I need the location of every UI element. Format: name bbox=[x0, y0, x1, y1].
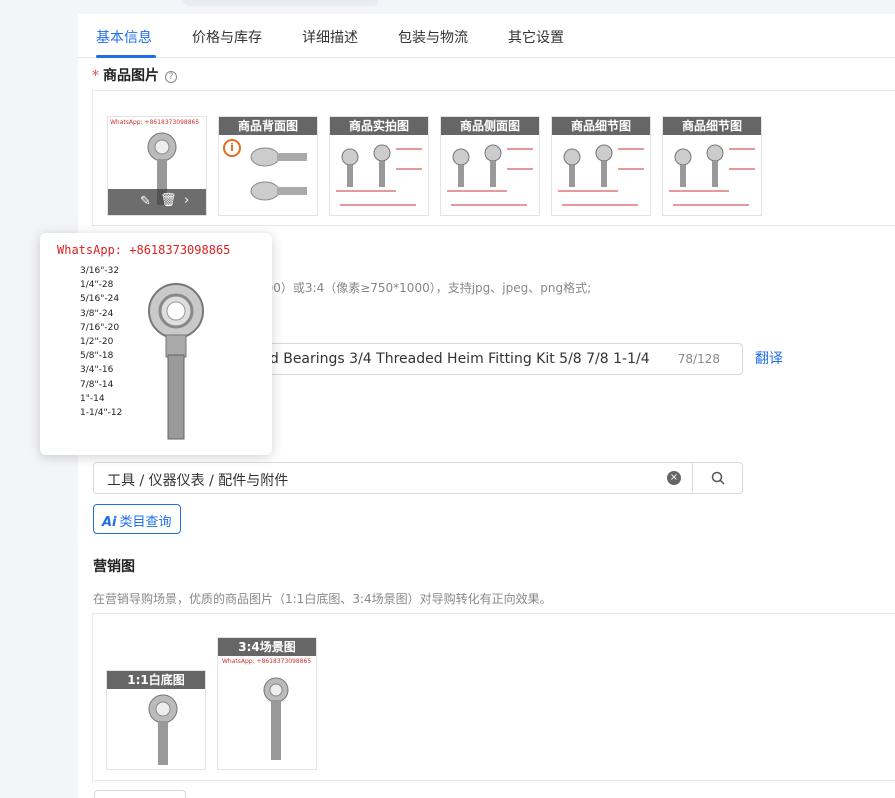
tab-packaging[interactable]: 包装与物流 bbox=[398, 27, 468, 47]
ai-icon: Ai bbox=[102, 515, 117, 530]
thumb-caption: 商品侧面图 bbox=[441, 117, 539, 135]
edit-icon[interactable]: ✎ bbox=[140, 194, 151, 209]
images-title-text: 商品图片 bbox=[103, 68, 159, 84]
thumb-action-bar: ✎ 🗑 › bbox=[108, 189, 206, 215]
marketing-hint: 在营销导购场景，优质的商品图片（1:1白底图、3:4场景图）对导购转化有正向效果… bbox=[93, 592, 552, 606]
rod-end-diagram bbox=[669, 144, 755, 206]
chevron-right-icon[interactable]: › bbox=[184, 193, 189, 208]
thumb-caption: 商品细节图 bbox=[552, 117, 650, 135]
detail-image-thumb-1[interactable]: 商品细节图 bbox=[551, 116, 651, 216]
search-icon bbox=[711, 471, 725, 485]
help-icon[interactable]: ? bbox=[165, 71, 177, 83]
rod-end-diagram bbox=[336, 144, 422, 206]
tab-detail-desc[interactable]: 详细描述 bbox=[302, 27, 358, 47]
white-bg-thumb[interactable]: 1:1白底图 bbox=[106, 670, 206, 770]
side-image-thumb[interactable]: 商品侧面图 bbox=[440, 116, 540, 216]
tab-bar: 基本信息 价格与库存 详细描述 包装与物流 其它设置 bbox=[78, 14, 895, 58]
thread-size: 7/16"-20 bbox=[80, 322, 120, 333]
clear-icon[interactable]: × bbox=[667, 471, 681, 485]
marketing-section-title: 营销图 bbox=[93, 559, 135, 575]
top-search-stub[interactable] bbox=[183, 0, 378, 6]
thumb-caption: 商品实拍图 bbox=[330, 117, 428, 135]
rod-end-image bbox=[148, 694, 178, 765]
category-input[interactable]: 工具 / 仪器仪表 / 配件与附件 × bbox=[93, 462, 743, 494]
ai-button-label: 类目查询 bbox=[119, 515, 172, 530]
thread-size: 1/4"-28 bbox=[80, 280, 114, 291]
tab-basic-info[interactable]: 基本信息 bbox=[96, 27, 152, 47]
ai-category-lookup-button[interactable]: Ai 类目查询 bbox=[93, 504, 181, 534]
translate-link[interactable]: 翻译 bbox=[755, 348, 783, 368]
delete-icon[interactable]: 🗑 bbox=[160, 193, 177, 208]
thumb-caption: 1:1白底图 bbox=[107, 671, 205, 689]
thread-size: 7/8"-14 bbox=[80, 379, 114, 390]
real-photo-thumb[interactable]: 商品实拍图 bbox=[329, 116, 429, 216]
rod-end-diagram bbox=[447, 144, 533, 206]
image-upload-area: WhatsApp: +8618373098865 ✎ 🗑 › 商品背面图 i 商… bbox=[92, 90, 895, 226]
thread-size: 3/8"-24 bbox=[80, 308, 114, 319]
thread-size: 1-1/4"-12 bbox=[80, 407, 123, 418]
category-search-button[interactable] bbox=[692, 462, 742, 494]
thumb-caption: 商品细节图 bbox=[663, 117, 761, 135]
thumb-caption: 商品背面图 bbox=[219, 117, 317, 135]
thread-size: 1/2"-20 bbox=[80, 336, 114, 347]
top-bar bbox=[0, 0, 895, 14]
thread-size-list: 3/16"-32 1/4"-28 5/16"-24 3/8"-24 7/16"-… bbox=[80, 266, 122, 422]
thumb-caption: 3:4场景图 bbox=[218, 638, 316, 656]
image-requirement-hint: 800）或3:4（像素≥750*1000），支持jpg、jpeg、png格式; bbox=[258, 281, 592, 295]
tab-other-settings[interactable]: 其它设置 bbox=[508, 27, 564, 47]
thumb-watermark: WhatsApp: +8618373098865 bbox=[222, 658, 312, 665]
title-char-counter: 78/128 bbox=[677, 352, 720, 366]
marketing-upload-area: 1:1白底图 3:4场景图 WhatsApp: +8618373098865 bbox=[92, 613, 895, 781]
thread-size: 5/16"-24 bbox=[80, 294, 120, 305]
thumb-watermark: WhatsApp: +8618373098865 bbox=[110, 119, 200, 126]
scene-image-thumb[interactable]: 3:4场景图 WhatsApp: +8618373098865 bbox=[217, 637, 317, 770]
detail-image-thumb-2[interactable]: 商品细节图 bbox=[662, 116, 762, 216]
rod-end-diagram bbox=[558, 144, 644, 206]
rod-end-photo bbox=[148, 283, 204, 440]
bottom-button-stub[interactable] bbox=[94, 790, 186, 798]
image-preview-popover: WhatsApp: +8618373098865 3/16"-32 1/4"-2… bbox=[40, 233, 272, 455]
title-input-value: nd Bearings 3/4 Threaded Heim Fitting Ki… bbox=[261, 351, 650, 367]
thread-size: 3/16"-32 bbox=[80, 266, 120, 276]
popover-whatsapp-text: WhatsApp: +8618373098865 bbox=[57, 243, 231, 257]
thread-size: 3/4"-16 bbox=[80, 365, 114, 376]
main-image-thumb[interactable]: WhatsApp: +8618373098865 ✎ 🗑 › bbox=[107, 116, 207, 216]
images-section-title: * 商品图片? bbox=[92, 65, 177, 85]
title-input[interactable]: nd Bearings 3/4 Threaded Heim Fitting Ki… bbox=[258, 343, 743, 375]
tab-price-stock[interactable]: 价格与库存 bbox=[192, 27, 262, 47]
rod-end-image bbox=[250, 147, 307, 201]
thread-size: 5/8"-18 bbox=[80, 351, 114, 362]
warning-icon: i bbox=[223, 139, 241, 157]
active-tab-indicator bbox=[96, 55, 156, 58]
category-value: 工具 / 仪器仪表 / 配件与附件 bbox=[107, 473, 289, 489]
back-image-thumb[interactable]: 商品背面图 i bbox=[218, 116, 318, 216]
rod-end-image bbox=[263, 677, 289, 760]
thread-size: 1"-14 bbox=[80, 393, 105, 404]
required-mark: * bbox=[92, 68, 99, 84]
